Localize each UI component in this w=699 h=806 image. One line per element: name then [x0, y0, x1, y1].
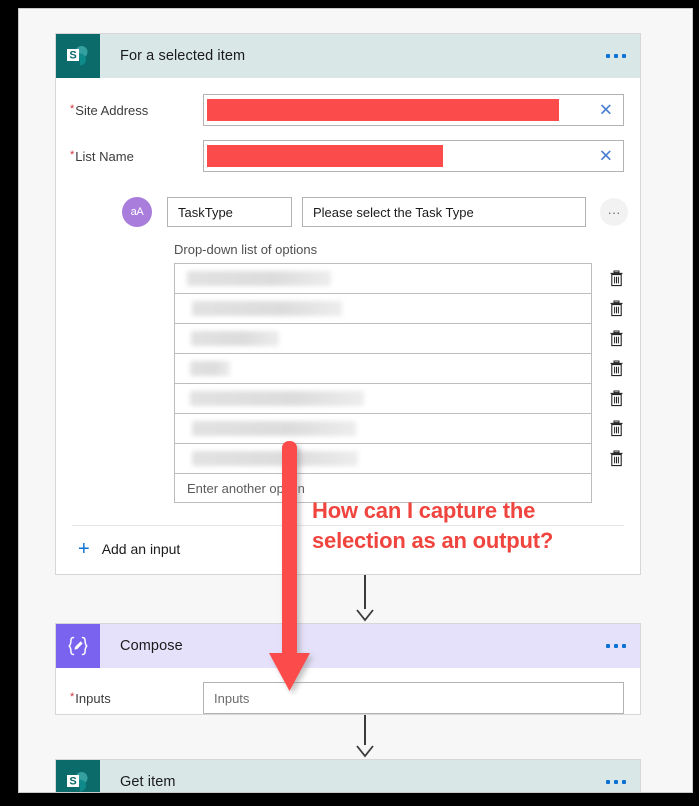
sharepoint-icon: S — [56, 34, 100, 78]
annotation-text: How can I capture the selection as an ou… — [312, 496, 642, 555]
option-row[interactable] — [174, 263, 628, 293]
field-label-site-address: *Site Address — [70, 102, 149, 118]
option-row[interactable] — [174, 383, 628, 413]
flow-card-for-a-selected-item[interactable]: S For a selected item *Site Address ✕ *L… — [55, 33, 641, 575]
input-overflow-menu-trigger[interactable]: ··· — [600, 198, 628, 226]
input-name-field[interactable]: TaskType — [167, 197, 292, 227]
card-header-get-item[interactable]: S Get item — [56, 760, 640, 792]
card-title: Get item — [120, 774, 176, 790]
card-title: For a selected item — [120, 48, 246, 64]
field-row-inputs: *Inputs Inputs — [56, 678, 640, 718]
input-description-field[interactable]: Please select the Task Type — [302, 197, 586, 227]
required-asterisk: * — [70, 148, 75, 161]
redacted-option-text — [192, 451, 358, 466]
svg-text:S: S — [69, 50, 76, 62]
trash-icon[interactable] — [606, 420, 628, 437]
trash-icon[interactable] — [606, 450, 628, 467]
option-input[interactable] — [174, 353, 592, 383]
redacted-option-text — [190, 361, 230, 376]
redacted-option-text — [191, 331, 279, 346]
flow-connector-1 — [353, 575, 377, 623]
option-input[interactable] — [174, 383, 592, 413]
flow-connector-2 — [353, 715, 377, 759]
options-caption: Drop-down list of options — [174, 242, 318, 257]
field-row-list-name: *List Name ✕ — [56, 136, 640, 176]
option-input[interactable] — [174, 443, 592, 473]
card-overflow-menu-trigger[interactable] — [606, 780, 626, 784]
option-input[interactable] — [174, 263, 592, 293]
flow-card-compose[interactable]: Compose *Inputs Inputs — [55, 623, 641, 715]
redaction-bar — [207, 99, 559, 121]
compose-icon — [56, 624, 100, 668]
trash-icon[interactable] — [606, 300, 628, 317]
option-row[interactable] — [174, 323, 628, 353]
options-list: Enter another option — [174, 263, 628, 503]
option-input[interactable] — [174, 293, 592, 323]
text-input-type-icon: aA — [122, 197, 152, 227]
annotation-line-2: selection as an output? — [312, 527, 554, 553]
card-header-compose[interactable]: Compose — [56, 624, 640, 668]
annotation-line-1: How can I capture the — [312, 498, 536, 523]
site-address-input[interactable]: ✕ — [203, 94, 624, 126]
redacted-option-text — [192, 301, 342, 316]
required-asterisk: * — [70, 690, 75, 703]
close-icon[interactable]: ✕ — [599, 102, 613, 119]
trash-icon[interactable] — [606, 270, 628, 287]
arrow-down-icon — [356, 745, 374, 758]
trash-icon[interactable] — [606, 330, 628, 347]
card-overflow-menu-trigger[interactable] — [606, 644, 626, 648]
arrow-down-icon — [356, 609, 374, 622]
field-label-inputs: *Inputs — [70, 690, 111, 706]
add-input-label: Add an input — [101, 541, 181, 557]
card-header-for-a-selected-item[interactable]: S For a selected item — [56, 34, 640, 78]
option-row[interactable] — [174, 413, 628, 443]
card-overflow-menu-trigger[interactable] — [606, 54, 626, 58]
redacted-option-text — [190, 391, 364, 406]
flow-card-get-item[interactable]: S Get item — [55, 759, 641, 792]
plus-icon: + — [78, 538, 90, 560]
required-asterisk: * — [70, 102, 75, 115]
field-label-list-name: *List Name — [70, 148, 134, 164]
redacted-option-text — [192, 421, 356, 436]
option-row[interactable] — [174, 443, 628, 473]
option-row[interactable] — [174, 353, 628, 383]
card-title: Compose — [120, 638, 183, 654]
list-name-input[interactable]: ✕ — [203, 140, 624, 172]
dynamic-input-row: aA TaskType Please select the Task Type … — [56, 188, 640, 236]
field-row-site-address: *Site Address ✕ — [56, 90, 640, 130]
redaction-bar — [207, 145, 443, 167]
sharepoint-icon: S — [56, 760, 100, 792]
option-input[interactable] — [174, 323, 592, 353]
svg-text:S: S — [69, 776, 76, 788]
trash-icon[interactable] — [606, 390, 628, 407]
flow-designer-canvas: S For a selected item *Site Address ✕ *L… — [18, 8, 693, 793]
option-row[interactable] — [174, 293, 628, 323]
redacted-option-text — [187, 271, 331, 286]
trash-icon[interactable] — [606, 360, 628, 377]
inputs-input[interactable]: Inputs — [203, 682, 624, 714]
option-input[interactable] — [174, 413, 592, 443]
close-icon[interactable]: ✕ — [599, 148, 613, 165]
